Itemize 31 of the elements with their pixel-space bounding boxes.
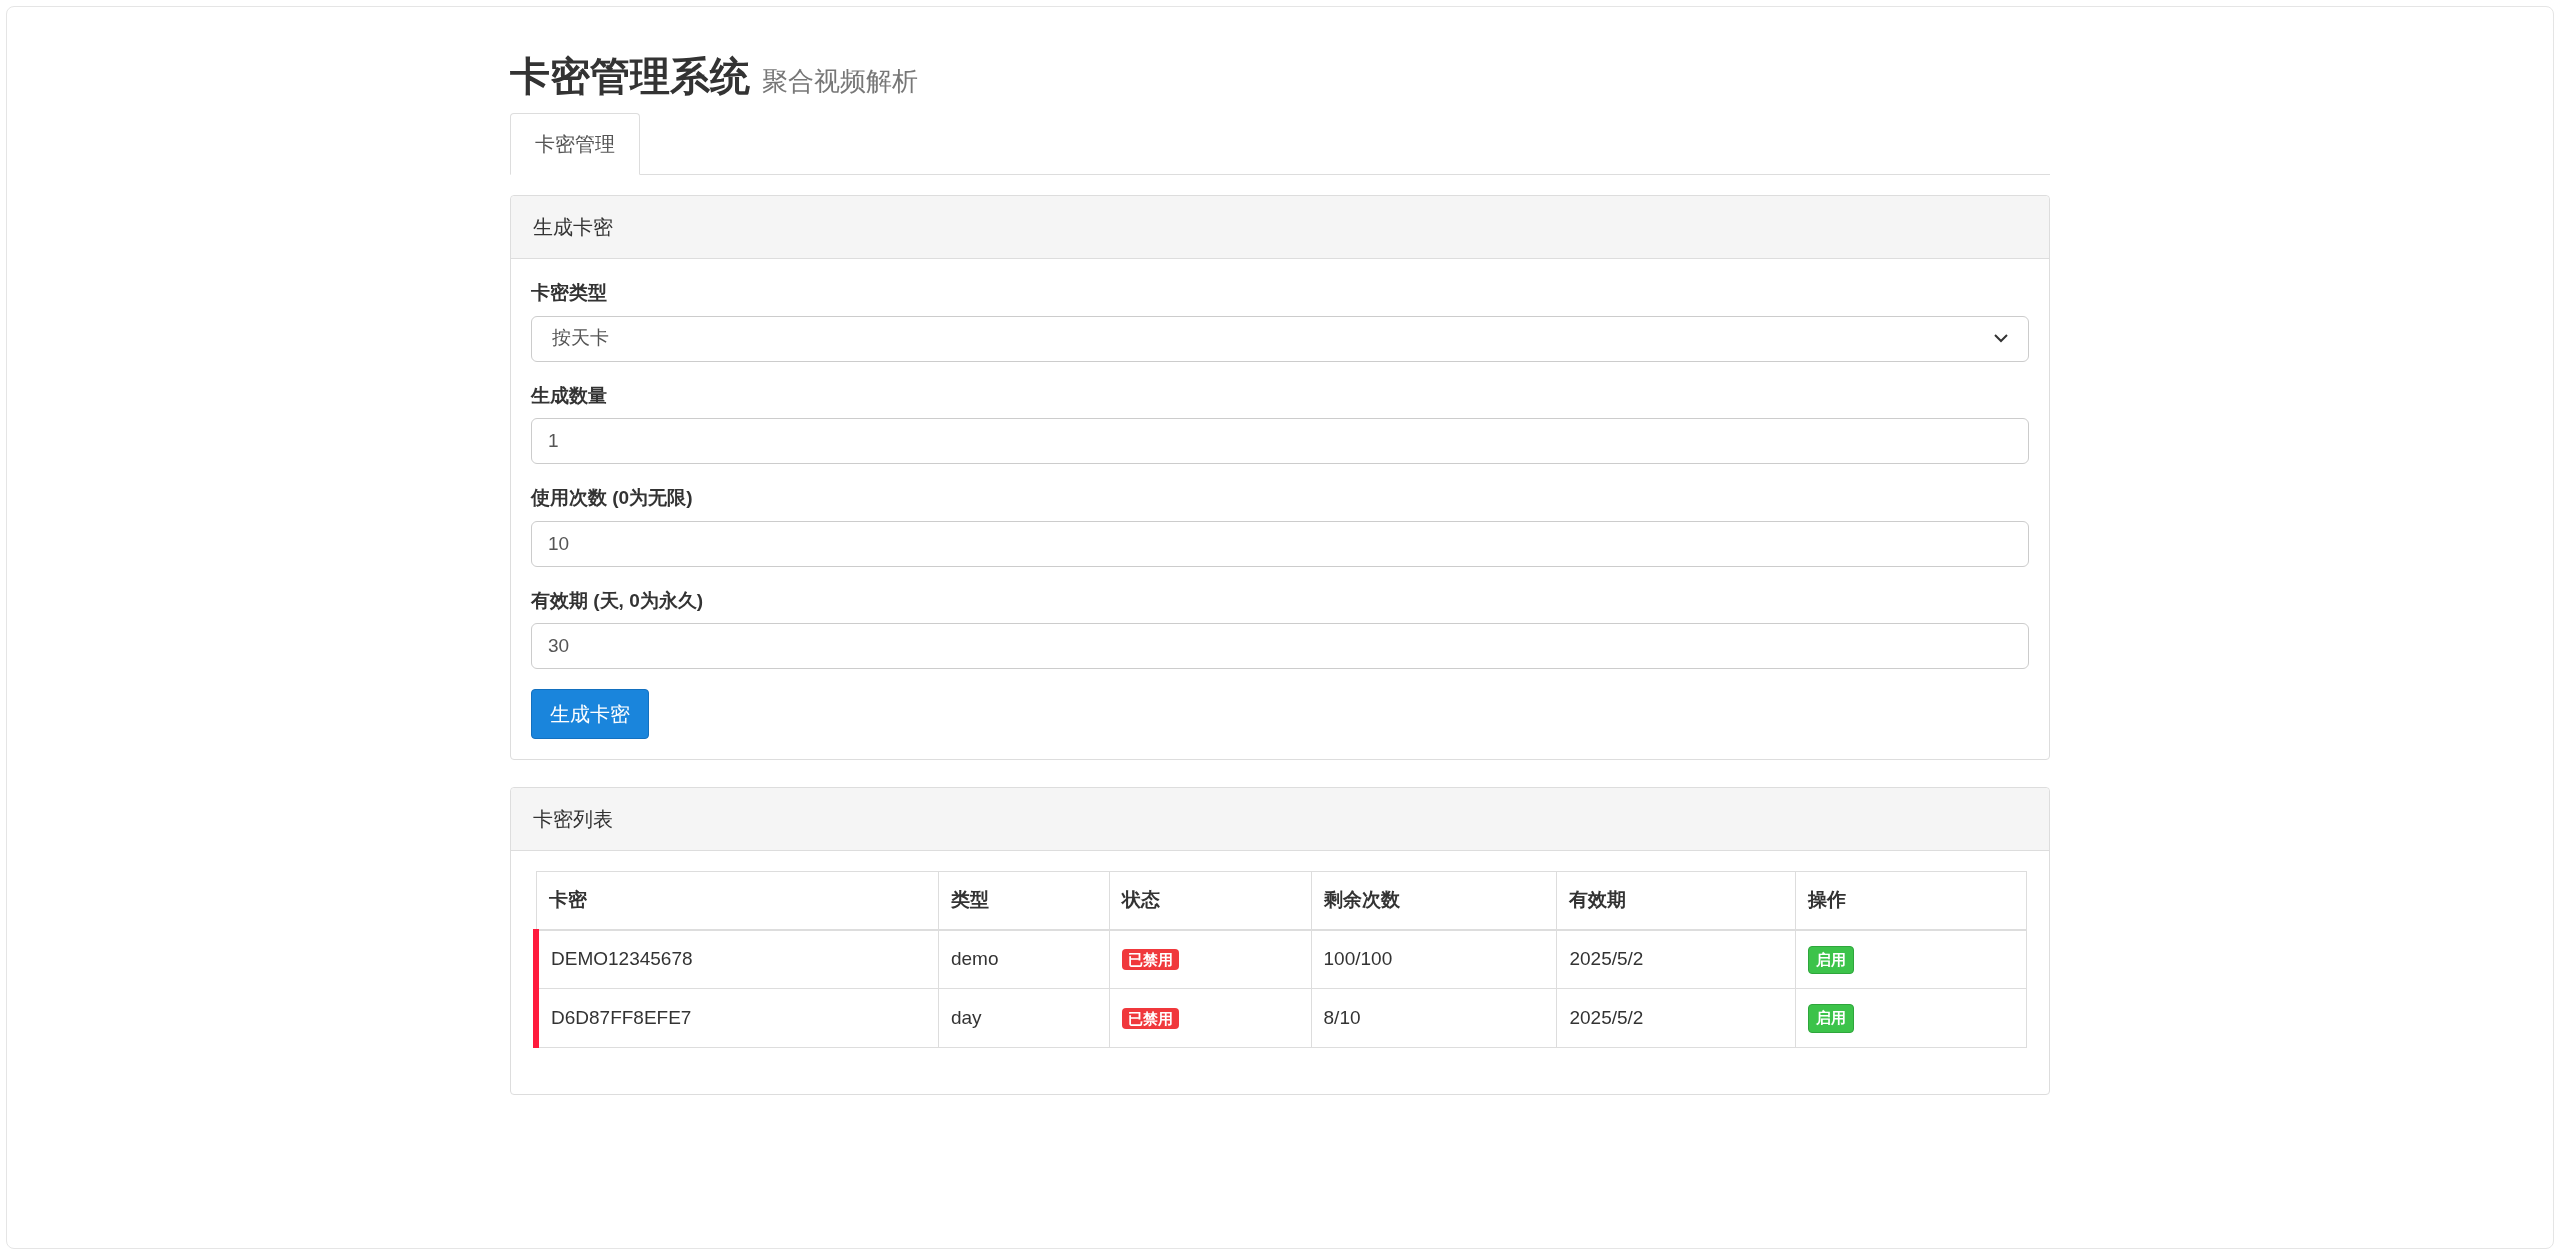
table-cell: 100/100 <box>1311 929 1557 989</box>
column-header: 有效期 <box>1556 871 1796 930</box>
panel-heading: 生成卡密 <box>511 196 2049 259</box>
table-cell: DEMO12345678 <box>536 929 939 989</box>
field-label: 生成数量 <box>531 383 608 408</box>
tab[interactable]: 卡密管理 <box>510 113 640 175</box>
select-field[interactable]: 按天卡 <box>531 315 2029 362</box>
table-cell: day <box>938 988 1110 1047</box>
table-cell: D6D87FF8EFE7 <box>536 988 939 1047</box>
table-cell: demo <box>938 929 1110 989</box>
status-badge: 已禁用 <box>1122 949 1180 970</box>
chevron-down-icon <box>1994 334 2008 343</box>
field-label: 使用次数 (0为无限) <box>531 486 694 510</box>
panel-heading: 卡密列表 <box>511 788 2049 851</box>
table-cell: 8/10 <box>1311 988 1557 1047</box>
column-header: 类型 <box>938 871 1110 930</box>
field-label: 卡密类型 <box>531 281 608 305</box>
table-cell: 2025/5/2 <box>1556 988 1796 1047</box>
generate-button[interactable]: 生成卡密 <box>531 689 649 739</box>
input-field[interactable]: 1 <box>531 418 2029 464</box>
input-field[interactable]: 10 <box>531 520 2029 567</box>
column-header: 状态 <box>1109 871 1312 930</box>
column-header: 卡密 <box>536 871 939 930</box>
column-header: 剩余次数 <box>1311 871 1557 930</box>
column-header: 操作 <box>1795 871 2027 930</box>
page-subtitle: 聚合视频解析 <box>762 65 918 98</box>
table-cell: 2025/5/2 <box>1556 929 1796 989</box>
field-label: 有效期 (天, 0为永久) <box>531 588 705 613</box>
input-field[interactable]: 30 <box>531 623 2029 669</box>
page-title: 卡密管理系统 <box>510 53 750 100</box>
status-badge: 已禁用 <box>1122 1007 1180 1029</box>
